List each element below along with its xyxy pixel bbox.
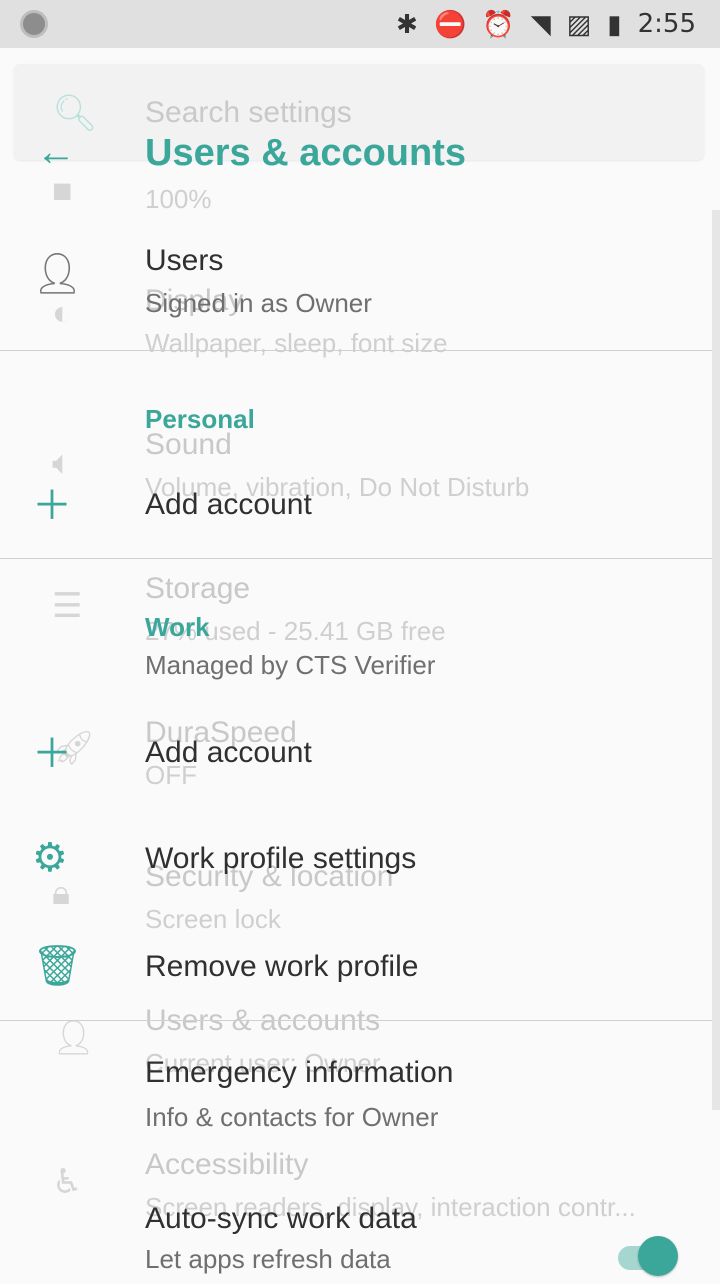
work-section-header: Work: [145, 612, 210, 642]
divider: [0, 1020, 720, 1021]
clock: 2:55: [637, 9, 696, 39]
app-bar: ← Users & accounts: [0, 92, 720, 204]
personal-add-account-row[interactable]: ＋ Add account: [0, 476, 720, 546]
auto-sync-subtitle: Let apps refresh data: [145, 1244, 391, 1274]
auto-sync-title: Auto-sync work data: [145, 1202, 417, 1235]
user-icon: 👤︎: [32, 252, 83, 296]
toggle-thumb: [638, 1236, 678, 1276]
status-icons: ✱ ⛔ ⏰ ◥ ▨ ▮ 2:55: [396, 11, 696, 37]
add-icon: ＋: [32, 732, 72, 776]
personal-add-account-label: Add account: [145, 488, 312, 521]
notification-icon: [20, 10, 48, 38]
gear-icon: ⚙︎: [32, 836, 68, 880]
work-add-account-label: Add account: [145, 736, 312, 769]
page-title: Users & accounts: [145, 132, 467, 174]
battery-charging-icon: ▮: [607, 9, 622, 39]
work-managed-by: Managed by CTS Verifier: [145, 650, 436, 680]
remove-work-profile-label: Remove work profile: [145, 950, 419, 983]
users-accounts-list: 👤︎ Users Signed in as Owner Personal ＋ A…: [0, 204, 720, 1280]
bluetooth-icon: ✱: [396, 9, 418, 39]
add-icon: ＋: [32, 484, 72, 528]
auto-sync-toggle[interactable]: [618, 1236, 682, 1276]
work-profile-settings-row[interactable]: ⚙︎ Work profile settings: [0, 832, 720, 902]
auto-sync-work-data-row[interactable]: Auto-sync work data Let apps refresh dat…: [0, 1194, 720, 1284]
scrollbar[interactable]: [712, 210, 720, 1110]
divider: [0, 350, 720, 351]
back-arrow-icon[interactable]: ←: [36, 132, 76, 172]
personal-section-header: Personal: [145, 404, 255, 434]
alarm-icon: ⏰: [482, 9, 515, 39]
users-row[interactable]: 👤︎ Users Signed in as Owner: [0, 234, 720, 344]
no-sim-icon: ▨: [566, 9, 592, 39]
status-bar: ✱ ⛔ ⏰ ◥ ▨ ▮ 2:55: [0, 0, 720, 48]
users-subtitle: Signed in as Owner: [145, 288, 372, 318]
work-profile-settings-label: Work profile settings: [145, 842, 417, 875]
emergency-information-row[interactable]: Emergency information Info & contacts fo…: [0, 1046, 720, 1146]
emergency-information-subtitle: Info & contacts for Owner: [145, 1102, 439, 1132]
wifi-icon: ◥: [530, 9, 551, 39]
trash-icon: 🗑︎: [32, 944, 83, 988]
divider: [0, 558, 720, 559]
dnd-icon: ⛔: [433, 9, 467, 39]
emergency-information-title: Emergency information: [145, 1056, 454, 1089]
work-add-account-row[interactable]: ＋ Add account: [0, 724, 720, 794]
remove-work-profile-row[interactable]: 🗑︎ Remove work profile: [0, 938, 720, 1008]
users-title: Users: [145, 244, 224, 277]
